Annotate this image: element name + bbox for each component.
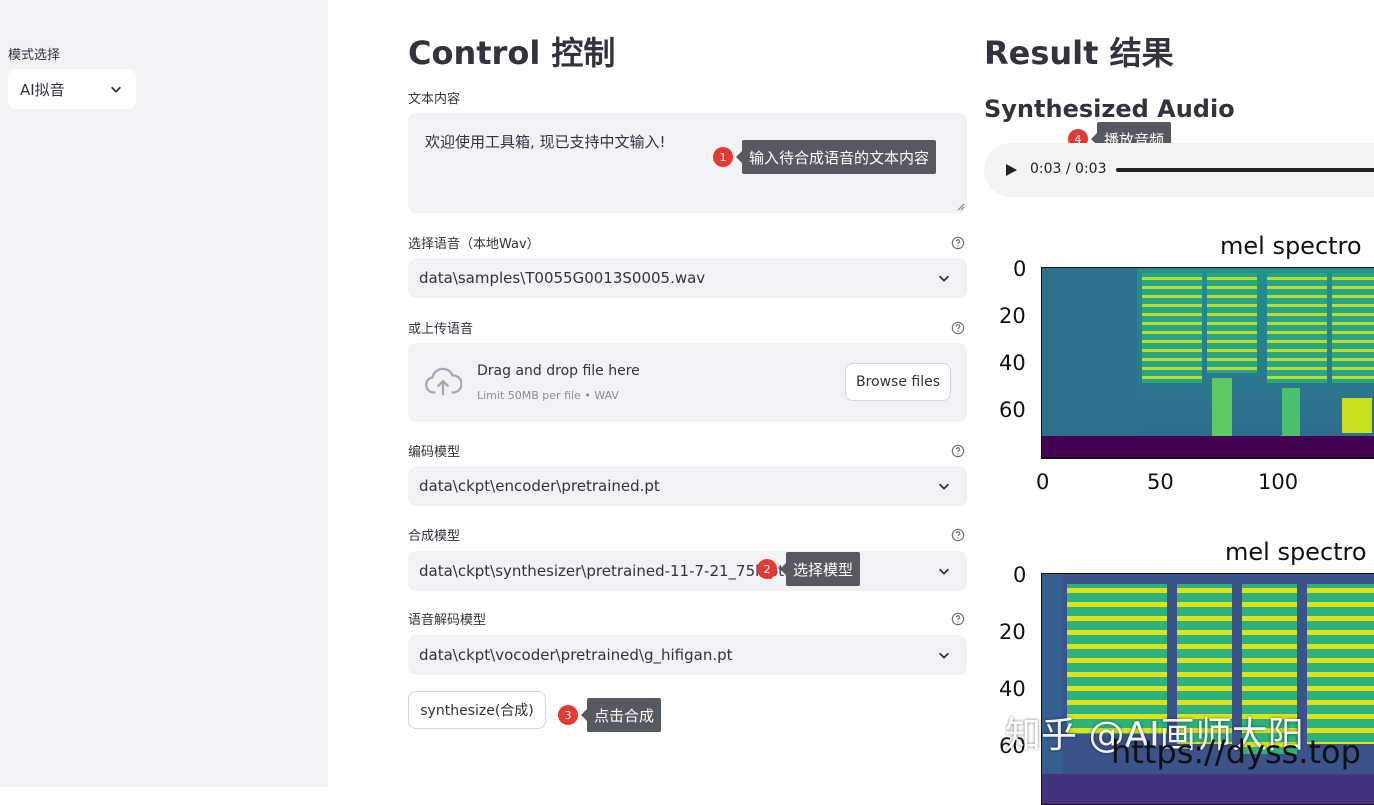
- upload-instructions: Drag and drop file here: [477, 363, 640, 379]
- upload-limit: Limit 50MB per file • WAV: [477, 389, 619, 402]
- chevron-down-icon: [936, 563, 952, 579]
- chevron-down-icon: [936, 647, 952, 663]
- play-icon[interactable]: [1004, 163, 1018, 177]
- text-label: 文本内容: [408, 92, 461, 107]
- chart1-xtick: 0: [1036, 470, 1050, 494]
- chevron-down-icon: [936, 478, 952, 494]
- synthesize-button[interactable]: synthesize(合成): [408, 691, 546, 729]
- resize-handle-icon[interactable]: [955, 201, 965, 211]
- chart1-ytick: 60: [999, 398, 1026, 422]
- mode-select-value: AI拟音: [20, 80, 65, 99]
- voice-label: 选择语音（本地Wav）: [408, 237, 540, 252]
- chart1-xtick: 100: [1258, 470, 1299, 494]
- help-icon[interactable]: [951, 443, 965, 458]
- mode-select-label: 模式选择: [8, 48, 61, 63]
- encoder-select[interactable]: data\ckpt\encoder\pretrained.pt: [408, 466, 967, 506]
- help-icon[interactable]: [951, 235, 965, 250]
- result-title: Result 结果: [984, 34, 1174, 72]
- help-icon[interactable]: [951, 527, 965, 542]
- cloud-upload-icon: [425, 367, 462, 396]
- vocoder-select[interactable]: data\ckpt\vocoder\pretrained\g_hifigan.p…: [408, 635, 967, 675]
- browse-files-button[interactable]: Browse files: [845, 363, 951, 401]
- annotation-badge-1: 1: [713, 147, 733, 167]
- chart1-ytick: 40: [999, 351, 1026, 375]
- chart1-ytick: 20: [999, 304, 1026, 328]
- annotation-badge-2: 2: [757, 559, 777, 579]
- vocoder-select-value: data\ckpt\vocoder\pretrained\g_hifigan.p…: [419, 646, 733, 664]
- chart2-ytick: 0: [1013, 563, 1027, 587]
- text-input-value: 欢迎使用工具箱, 现已支持中文输入!: [425, 133, 666, 151]
- help-icon[interactable]: [951, 320, 965, 335]
- synthesizer-label: 合成模型: [408, 529, 461, 544]
- annotation-tip-3: 点击合成: [580, 698, 662, 732]
- chart-title-2: mel spectro: [1225, 538, 1367, 566]
- voice-select[interactable]: data\samples\T0055G0013S0005.wav: [408, 258, 967, 298]
- audio-player[interactable]: 0:03 / 0:03: [984, 143, 1374, 197]
- encoder-label: 编码模型: [408, 445, 461, 460]
- annotation-badge-3: 3: [558, 705, 578, 725]
- mode-select[interactable]: AI拟音: [8, 69, 136, 109]
- upload-label: 或上传语音: [408, 322, 474, 337]
- chart1-xtick: 50: [1147, 470, 1174, 494]
- annotation-tip-1: 输入待合成语音的文本内容: [735, 140, 937, 174]
- chart-title-1: mel spectro: [1220, 232, 1362, 260]
- sidebar: 模式选择 AI拟音: [0, 0, 328, 787]
- spectrogram-1-image: [1042, 268, 1374, 458]
- voice-select-value: data\samples\T0055G0013S0005.wav: [419, 269, 706, 287]
- chart2-ytick: 20: [999, 620, 1026, 644]
- chart1-xaxis: [1041, 457, 1374, 458]
- chevron-down-icon: [108, 81, 124, 97]
- annotation-tip-2: 选择模型: [779, 552, 861, 586]
- help-icon[interactable]: [951, 611, 965, 626]
- watermark-line-2: https://dyss.top: [1111, 733, 1361, 771]
- synthesizer-select[interactable]: data\ckpt\synthesizer\pretrained-11-7-21…: [408, 551, 967, 591]
- synthesizer-select-value: data\ckpt\synthesizer\pretrained-11-7-21…: [419, 562, 785, 580]
- chevron-down-icon: [936, 270, 952, 286]
- file-uploader[interactable]: Drag and drop file here Limit 50MB per f…: [408, 343, 967, 422]
- audio-heading: Synthesized Audio: [984, 95, 1235, 123]
- audio-progress-track[interactable]: [1116, 168, 1374, 172]
- audio-time: 0:03 / 0:03: [1030, 161, 1107, 177]
- chart2-ytick: 40: [999, 677, 1026, 701]
- vocoder-label: 语音解码模型: [408, 613, 487, 628]
- control-title: Control 控制: [408, 34, 616, 72]
- chart1-ytick: 0: [1013, 257, 1027, 281]
- spectrogram-1: [1041, 267, 1374, 459]
- encoder-select-value: data\ckpt\encoder\pretrained.pt: [419, 477, 660, 495]
